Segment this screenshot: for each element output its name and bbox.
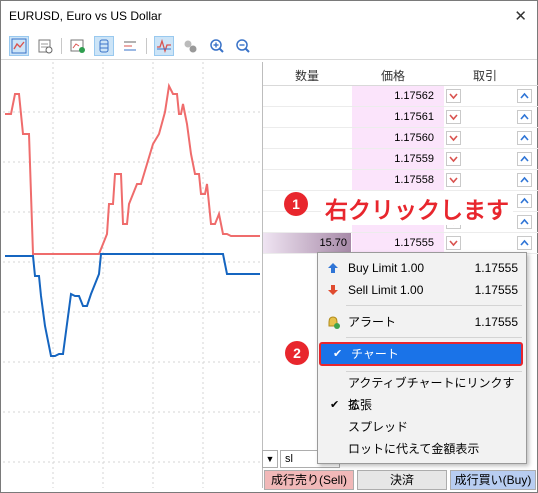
alert-bell-icon xyxy=(328,316,340,329)
window-title: EURUSD, Euro vs US Dollar xyxy=(9,9,162,23)
menu-item-alert[interactable]: アラート 1.17555 xyxy=(318,311,526,333)
zoom-in-icon[interactable] xyxy=(207,36,227,56)
dom-qty xyxy=(263,128,351,148)
sell-limit-chevron-icon[interactable] xyxy=(446,173,461,187)
step1-annotation: 右クリックします xyxy=(321,191,513,225)
check-icon: ✔ xyxy=(333,348,343,360)
close-position-button[interactable]: 決済 xyxy=(357,470,447,490)
menu-separator xyxy=(346,337,522,338)
price-header: 価格 xyxy=(381,69,406,83)
tick-chart[interactable] xyxy=(3,62,260,488)
buy-limit-chevron-icon[interactable] xyxy=(517,215,532,229)
step1-badge: 1 xyxy=(284,192,308,216)
sell-limit-chevron-icon[interactable] xyxy=(446,131,461,145)
sell-limit-chevron-icon[interactable] xyxy=(446,152,461,166)
menu-item-expand[interactable]: ✔ 拡張 xyxy=(318,394,526,416)
dom-qty xyxy=(263,86,351,106)
sell-limit-chevron-icon[interactable] xyxy=(446,110,461,124)
bubbles-icon[interactable] xyxy=(180,36,200,56)
dom-row[interactable]: 15.70 1.17555 xyxy=(263,233,538,254)
zoom-out-icon[interactable] xyxy=(233,36,253,56)
buy-limit-chevron-icon[interactable] xyxy=(517,110,532,124)
step2-badge: 2 xyxy=(285,341,309,365)
sell-limit-chevron-icon[interactable] xyxy=(446,89,461,103)
line-chart-icon[interactable] xyxy=(9,36,29,56)
dom-price: 1.17561 xyxy=(352,107,444,127)
market-depth-window: EURUSD, Euro vs US Dollar ✕ 数量 価格 取引 1.1… xyxy=(0,0,538,493)
dom-qty xyxy=(263,107,351,127)
toolbar-separator xyxy=(61,38,62,54)
dom-row[interactable]: 1.17562 xyxy=(263,86,538,107)
tick-chart-svg xyxy=(3,62,260,488)
dom-qty xyxy=(263,170,351,190)
buy-limit-chevron-icon[interactable] xyxy=(517,152,532,166)
sell-limit-chevron-icon[interactable] xyxy=(446,236,461,250)
dom-qty xyxy=(263,149,351,169)
dom-row[interactable]: 1.17558 xyxy=(263,170,538,191)
menu-item-show-amount[interactable]: ロットに代えて金額表示 xyxy=(318,438,526,460)
market-sell-button[interactable]: 成行売り(Sell) xyxy=(264,470,354,490)
dom-row[interactable]: 1.17561 xyxy=(263,107,538,128)
ask-line xyxy=(5,82,260,255)
step1-text: 右クリックします xyxy=(325,197,509,223)
trade-header: 取引 xyxy=(473,69,498,83)
dom-footer: ▼ sl 成行売り(Sell) 決済 成行買い(Buy) xyxy=(262,450,537,492)
volume-icon[interactable] xyxy=(94,36,114,56)
menu-item-buy-limit[interactable]: Buy Limit 1.00 1.17555 xyxy=(318,257,526,279)
symbol-dropdown-icon[interactable]: ▼ xyxy=(262,450,278,468)
toolbar-separator xyxy=(146,38,147,54)
menu-separator xyxy=(346,305,522,306)
signal-icon[interactable] xyxy=(154,36,174,56)
dom-price: 1.17555 xyxy=(352,233,444,253)
buy-limit-chevron-icon[interactable] xyxy=(517,236,532,250)
menu-item-link-active-chart[interactable]: アクティブチャートにリンクする xyxy=(318,372,526,412)
trade-icon[interactable] xyxy=(68,36,88,56)
buy-limit-chevron-icon[interactable] xyxy=(517,194,532,208)
dom-row[interactable]: 1.17560 xyxy=(263,128,538,149)
arrow-down-icon xyxy=(328,285,338,295)
bid-line xyxy=(5,253,260,357)
context-menu: Buy Limit 1.00 1.17555 Sell Limit 1.00 1… xyxy=(317,252,527,464)
dom-price: 1.17560 xyxy=(352,128,444,148)
title-bar: EURUSD, Euro vs US Dollar ✕ xyxy=(1,1,537,31)
check-icon: ✔ xyxy=(330,399,340,411)
buy-limit-chevron-icon[interactable] xyxy=(517,131,532,145)
toolbar xyxy=(1,32,537,60)
menu-item-sell-limit[interactable]: Sell Limit 1.00 1.17555 xyxy=(318,279,526,301)
dom-price: 1.17558 xyxy=(352,170,444,190)
buy-limit-chevron-icon[interactable] xyxy=(517,173,532,187)
buy-limit-chevron-icon[interactable] xyxy=(517,89,532,103)
market-buy-button[interactable]: 成行買い(Buy) xyxy=(450,470,536,490)
dom-header: 数量 価格 取引 xyxy=(263,62,538,86)
depth-icon[interactable] xyxy=(35,36,55,56)
qty-header: 数量 xyxy=(295,69,320,83)
close-icon[interactable]: ✕ xyxy=(514,7,527,25)
levels-icon[interactable] xyxy=(120,36,140,56)
menu-item-spread[interactable]: スプレッド xyxy=(318,416,526,438)
dom-row[interactable]: 1.17559 xyxy=(263,149,538,170)
menu-item-chart[interactable]: ✔ チャート xyxy=(319,342,523,366)
arrow-up-icon xyxy=(328,263,338,273)
dom-price: 1.17562 xyxy=(352,86,444,106)
dom-qty: 15.70 xyxy=(263,233,351,253)
dom-price: 1.17559 xyxy=(352,149,444,169)
